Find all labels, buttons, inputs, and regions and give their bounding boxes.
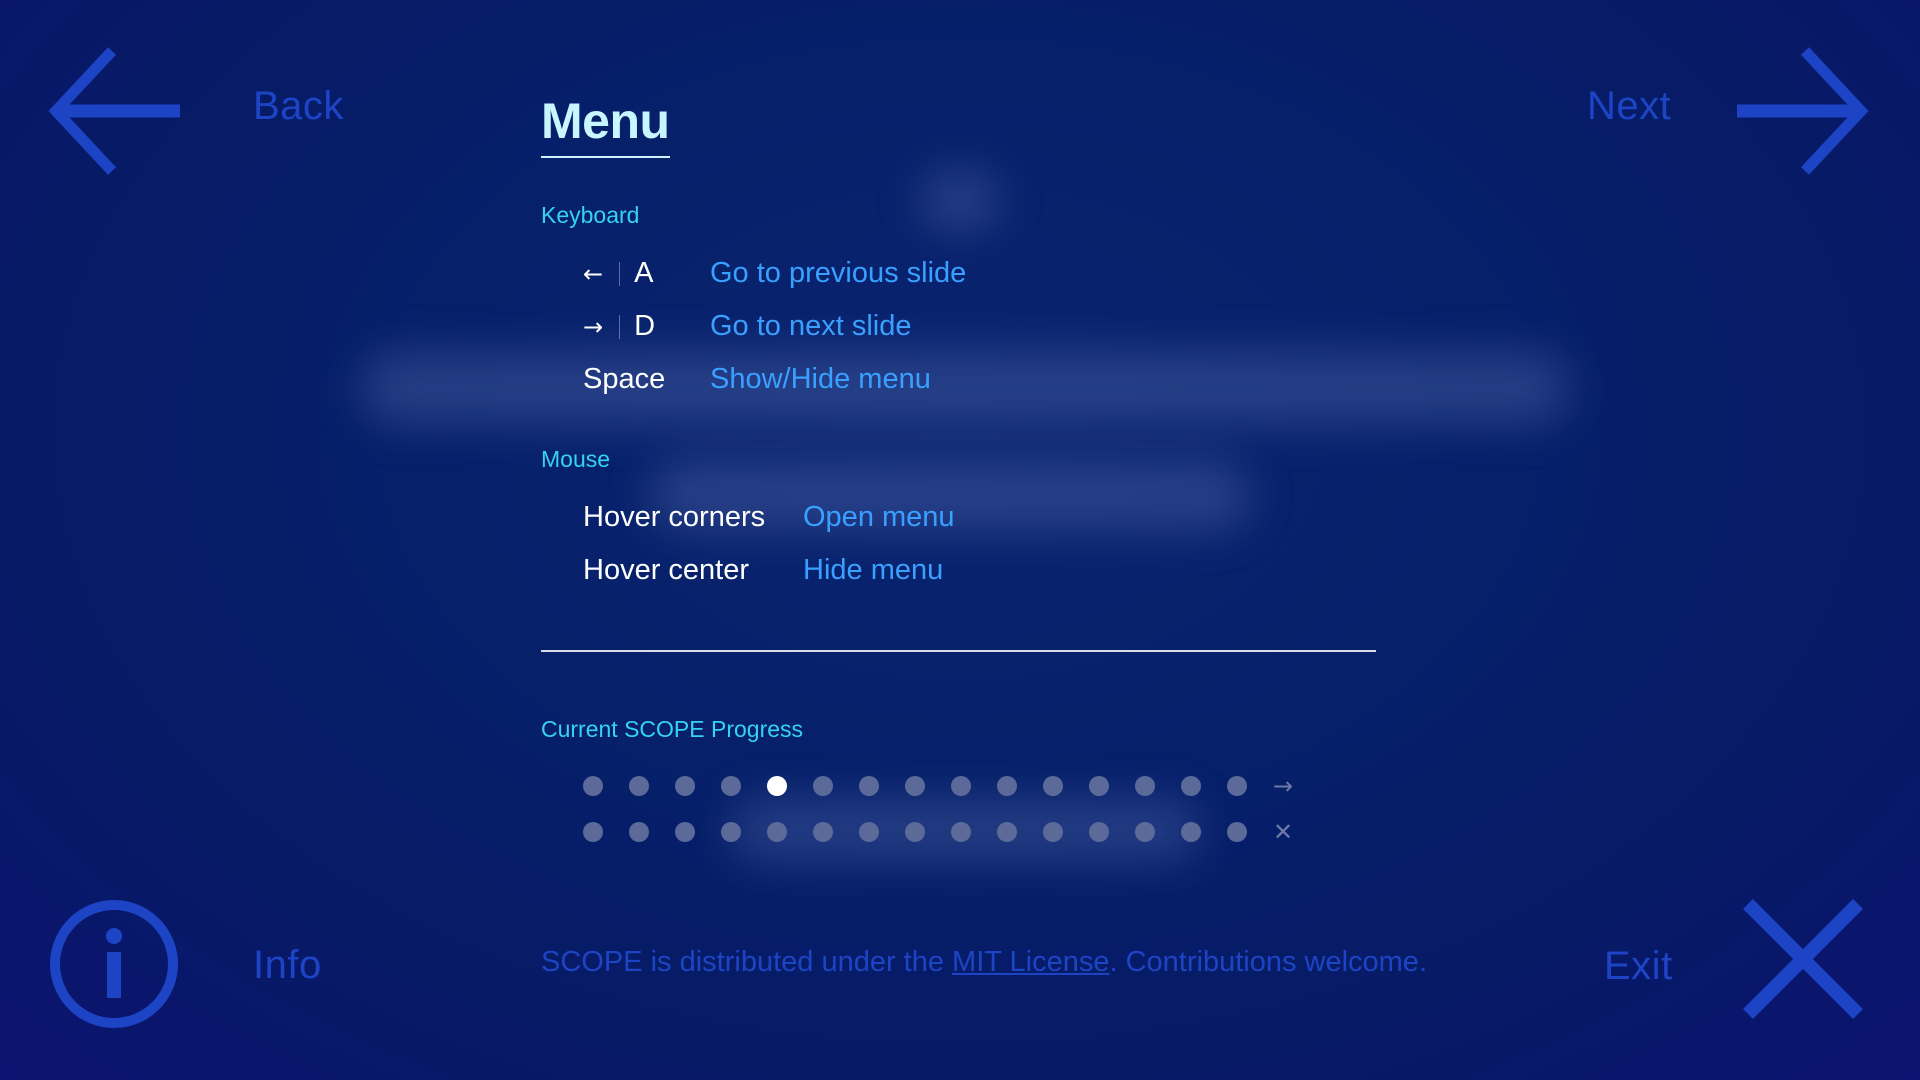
shortcut-row-previous: ← A Go to previous slide: [541, 247, 1377, 300]
progress-dot[interactable]: [629, 821, 649, 842]
next-arrow-icon[interactable]: [1737, 45, 1869, 177]
d-key: D: [634, 310, 656, 342]
toggle-menu-action[interactable]: Show/Hide menu: [710, 363, 931, 396]
progress-row: ✕: [541, 809, 1377, 855]
progress-dot[interactable]: [1135, 775, 1155, 796]
previous-slide-action[interactable]: Go to previous slide: [710, 257, 966, 290]
progress-dot[interactable]: [1135, 821, 1155, 842]
progress-dot[interactable]: [583, 775, 603, 796]
progress-dot[interactable]: [951, 821, 971, 842]
menu-title: Menu: [541, 92, 670, 158]
section-divider: [541, 650, 1376, 652]
progress-dot-current[interactable]: [767, 775, 787, 796]
next-slide-action[interactable]: Go to next slide: [710, 310, 912, 343]
keyboard-heading: Keyboard: [541, 202, 640, 228]
next-label[interactable]: Next: [1587, 84, 1671, 129]
progress-dot[interactable]: [1227, 821, 1247, 842]
shortcut-row-menu: Space Show/Hide menu: [541, 353, 1377, 406]
progress-dot[interactable]: [767, 821, 787, 842]
shortcut-row-next: → D Go to next slide: [541, 300, 1377, 353]
progress-dot[interactable]: [1043, 775, 1063, 796]
progress-dot[interactable]: [1227, 775, 1247, 796]
back-label[interactable]: Back: [253, 84, 344, 129]
menu-panel: Menu Keyboard ← A Go to previous slide →…: [541, 92, 1377, 855]
progress-dot[interactable]: [721, 821, 741, 842]
mouse-row-center: Hover center Hide menu: [541, 544, 1377, 597]
progress-dot[interactable]: [1181, 775, 1201, 796]
back-arrow-icon[interactable]: [48, 45, 180, 177]
mit-license-link[interactable]: MIT License: [952, 946, 1109, 978]
progress-heading: Current SCOPE Progress: [541, 715, 804, 742]
arrow-right-icon[interactable]: →: [1273, 774, 1293, 798]
a-key: A: [634, 257, 654, 289]
progress-dot[interactable]: [629, 775, 649, 796]
key-separator: [619, 314, 621, 339]
progress-row: →: [541, 763, 1377, 809]
license-footer: SCOPE is distributed under the MIT Licen…: [541, 946, 1427, 979]
progress-dot[interactable]: [721, 775, 741, 796]
progress-dot[interactable]: [997, 775, 1017, 796]
mouse-gesture: Hover corners: [583, 501, 766, 533]
progress-dot[interactable]: [675, 775, 695, 796]
progress-dot[interactable]: [1089, 821, 1109, 842]
progress-dot[interactable]: [951, 775, 971, 796]
progress-dot[interactable]: [905, 821, 925, 842]
shortcut-keys: Space: [583, 363, 710, 396]
progress-dot[interactable]: [1089, 775, 1109, 796]
progress-dot[interactable]: [813, 775, 833, 796]
shortcut-keys: ← A: [583, 257, 710, 290]
footer-prefix: SCOPE is distributed under the: [541, 946, 953, 978]
progress-dot[interactable]: [1181, 821, 1201, 842]
mouse-gesture: Hover center: [583, 554, 750, 586]
progress-dot[interactable]: [997, 821, 1017, 842]
info-icon[interactable]: [48, 898, 180, 1030]
progress-dot[interactable]: [859, 821, 879, 842]
mouse-heading: Mouse: [541, 446, 611, 472]
progress-dot[interactable]: [813, 821, 833, 842]
open-menu-action[interactable]: Open menu: [803, 501, 955, 534]
key-separator: [619, 261, 621, 286]
left-arrow-key: ←: [583, 259, 604, 288]
hide-menu-action[interactable]: Hide menu: [803, 554, 943, 587]
close-icon[interactable]: ✕: [1273, 820, 1293, 844]
mouse-row-corners: Hover corners Open menu: [541, 491, 1377, 544]
progress-dot[interactable]: [1043, 821, 1063, 842]
progress-dot[interactable]: [905, 775, 925, 796]
progress-dot[interactable]: [583, 821, 603, 842]
space-key: Space: [583, 363, 666, 395]
progress-dot[interactable]: [675, 821, 695, 842]
shortcut-keys: → D: [583, 310, 710, 343]
info-label[interactable]: Info: [253, 943, 322, 988]
progress-dot[interactable]: [859, 775, 879, 796]
close-icon[interactable]: [1742, 898, 1864, 1020]
exit-label[interactable]: Exit: [1604, 944, 1673, 989]
footer-suffix: . Contributions welcome.: [1109, 946, 1427, 978]
right-arrow-key: →: [583, 312, 604, 341]
